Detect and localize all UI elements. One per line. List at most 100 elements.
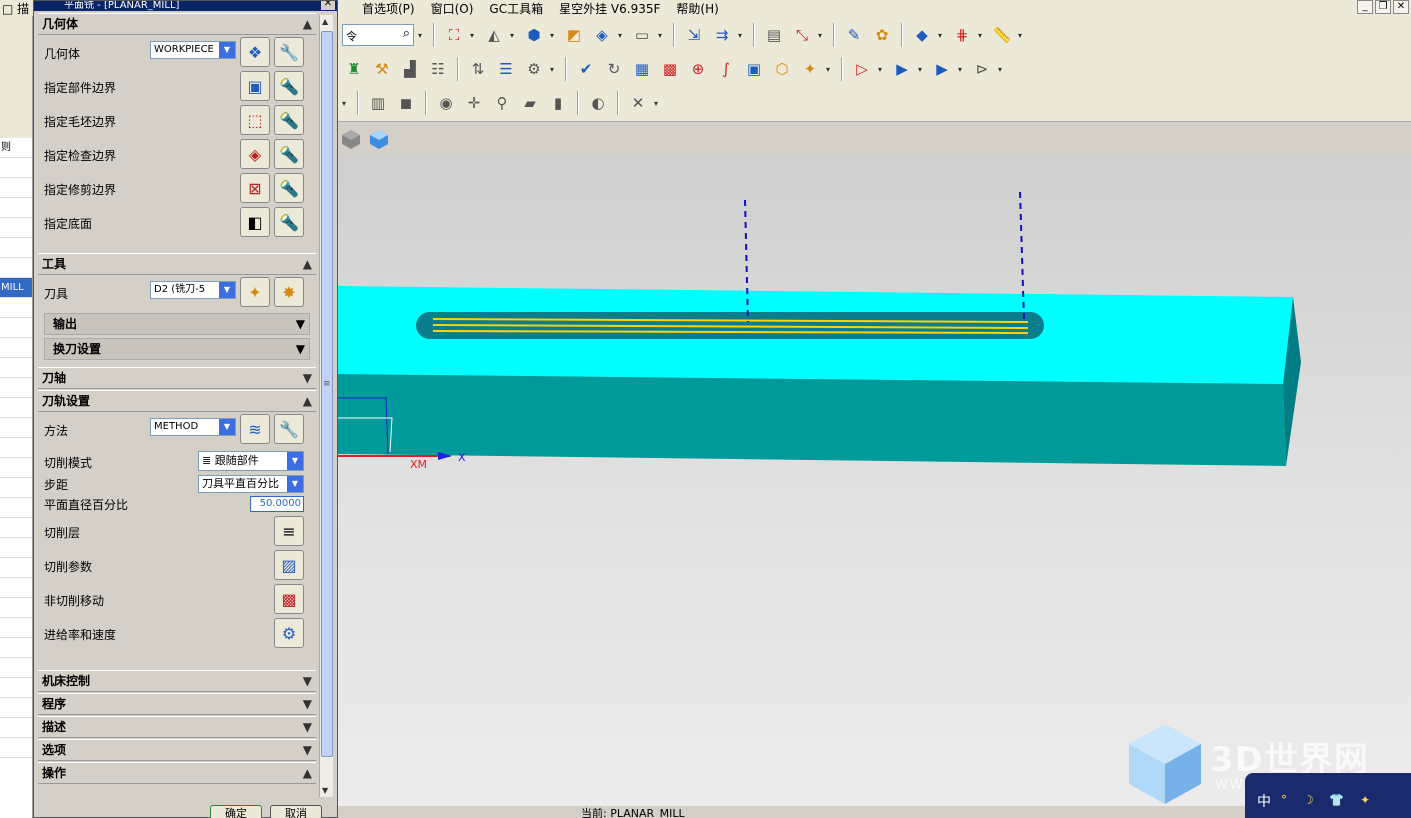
background-icon[interactable]: ▭ [630,23,654,47]
section-tool-axis[interactable]: 刀轴 ▼ [38,367,316,389]
chevron-down-icon[interactable]: ▾ [550,65,558,74]
geometry-select[interactable]: WORKPIECE ▼ [150,41,236,59]
blue-cube-icon[interactable] [368,128,390,150]
new-tool-button[interactable]: ✦ [240,277,270,307]
chevron-down-icon[interactable]: ▼ [219,42,235,58]
tool-select[interactable]: D2 (铣刀-5 ▼ [150,281,236,299]
measure-tool-icon[interactable]: ◐ [586,91,610,115]
section-geometry[interactable]: 几何体 ▲ [38,13,316,35]
menu-gc-toolbox[interactable]: GC工具箱 [489,0,543,17]
non-cutting-icon[interactable]: ▩ [658,57,682,81]
method-select[interactable]: METHOD ▼ [150,418,236,436]
chevron-down-icon[interactable]: ▾ [418,31,426,40]
color-palette-icon[interactable]: ✿ [870,23,894,47]
move-object-icon[interactable]: ⇲ [682,23,706,47]
chevron-down-icon[interactable]: ▾ [918,65,926,74]
program-order-icon[interactable]: ⇅ [466,57,490,81]
display-path-icon[interactable]: ▷ [850,57,874,81]
shaded-view-icon[interactable]: ◭ [482,23,506,47]
list-item[interactable] [0,558,32,578]
tool-display-icon[interactable]: ⊳ [970,57,994,81]
graphics-viewport[interactable]: XM X [338,154,1411,818]
list-item[interactable] [0,358,32,378]
postprocess-icon[interactable]: ⚙ [522,57,546,81]
chevron-down-icon[interactable]: ▼ [296,314,305,334]
chevron-down-icon[interactable]: ▼ [219,419,235,435]
select-trim-boundary-button[interactable]: ⊠ [240,173,270,203]
chevron-down-icon[interactable]: ▼ [303,694,312,714]
cursor-path-icon[interactable]: ▶ [890,57,914,81]
curve-icon[interactable]: ∫ [714,57,738,81]
ok-button[interactable]: 确定 [210,805,262,818]
chevron-down-icon[interactable]: ▾ [998,65,1006,74]
list-item[interactable] [0,738,32,758]
chevron-down-icon[interactable]: ▾ [826,65,834,74]
new-method-button[interactable]: ≋ [240,414,270,444]
delete-icon[interactable]: ✕ [626,91,650,115]
tool-holder-icon[interactable]: ✦ [798,57,822,81]
block-icon[interactable]: ▰ [518,91,542,115]
output-subsection[interactable]: 输出 ▼ [44,313,310,335]
list-item[interactable] [0,658,32,678]
feature-icon[interactable]: ⬡ [770,57,794,81]
list-item[interactable] [0,258,32,278]
gray-cube-icon[interactable] [340,128,362,150]
chevron-down-icon[interactable]: ▼ [303,717,312,737]
transform-icon[interactable]: ⇉ [710,23,734,47]
percent-input[interactable]: 50.0000 [250,496,304,512]
feeds-speeds-button[interactable]: ⚙ [274,618,304,648]
close-icon[interactable]: ✕ [321,1,335,10]
generate-path-icon[interactable]: ▦ [630,57,654,81]
list-item[interactable] [0,158,32,178]
list-item[interactable] [0,498,32,518]
list-item[interactable] [0,578,32,598]
chevron-down-icon[interactable]: ▾ [658,31,666,40]
cancel-button[interactable]: 取消 [270,805,322,818]
hole-icon[interactable]: ◉ [434,91,458,115]
chevron-up-icon[interactable]: ▲ [303,14,312,34]
chevron-down-icon[interactable]: ▾ [618,31,626,40]
shop-doc-icon[interactable]: ☰ [494,57,518,81]
create-program-icon[interactable]: ♜ [342,57,366,81]
chevron-down-icon[interactable]: ▼ [219,282,235,298]
layer-settings-icon[interactable]: ▤ [762,23,786,47]
chevron-down-icon[interactable]: ▾ [818,31,826,40]
menu-window[interactable]: 窗口(O) [431,0,474,17]
list-item[interactable] [0,718,32,738]
fit-view-icon[interactable]: ⛶ [442,23,466,47]
simulate-icon[interactable]: ▶ [930,57,954,81]
boundary-icon[interactable]: ▣ [742,57,766,81]
section-tool[interactable]: 工具 ▲ [38,253,316,275]
chevron-down-icon[interactable]: ▾ [738,31,746,40]
minimize-button[interactable]: _ [1357,0,1373,14]
cut-pattern-select[interactable]: ≣ 跟随部件 ▼ [198,451,304,471]
list-item[interactable] [0,298,32,318]
section-actions[interactable]: 操作 ▲ [38,762,316,784]
ime-icons[interactable]: ° ☽ 👕 ✦ [1281,793,1376,807]
menu-preferences[interactable]: 首选项(P) [362,0,415,17]
list-item[interactable] [0,318,32,338]
create-method-icon[interactable]: ☷ [426,57,450,81]
chevron-down-icon[interactable]: ▾ [510,31,518,40]
chevron-down-icon[interactable]: ▾ [1018,31,1026,40]
verify-icon[interactable]: ✔ [574,57,598,81]
chevron-down-icon[interactable]: ▼ [303,671,312,691]
list-item[interactable] [0,698,32,718]
select-blank-boundary-button[interactable]: ⬚ [240,105,270,135]
list-item[interactable] [0,638,32,658]
layer-icon[interactable]: ◩ [562,23,586,47]
chevron-down-icon[interactable]: ▾ [470,31,478,40]
measure-icon[interactable]: 📏 [990,23,1014,47]
section-program[interactable]: 程序 ▼ [38,693,316,715]
scroll-down-icon[interactable]: ▼ [322,786,328,795]
section-view-icon[interactable]: ◈ [590,23,614,47]
chevron-down-icon[interactable]: ▾ [878,65,886,74]
chart-icon[interactable]: ▥ [366,91,390,115]
list-item[interactable] [0,178,32,198]
cube-view-icon[interactable]: ⬢ [522,23,546,47]
selected-operation-item[interactable]: MILL [0,278,32,298]
new-geometry-button[interactable]: ❖ [240,37,270,67]
stepover-select[interactable]: 刀具平直百分比 ▼ [198,475,304,493]
list-item[interactable] [0,598,32,618]
list-item[interactable] [0,418,32,438]
